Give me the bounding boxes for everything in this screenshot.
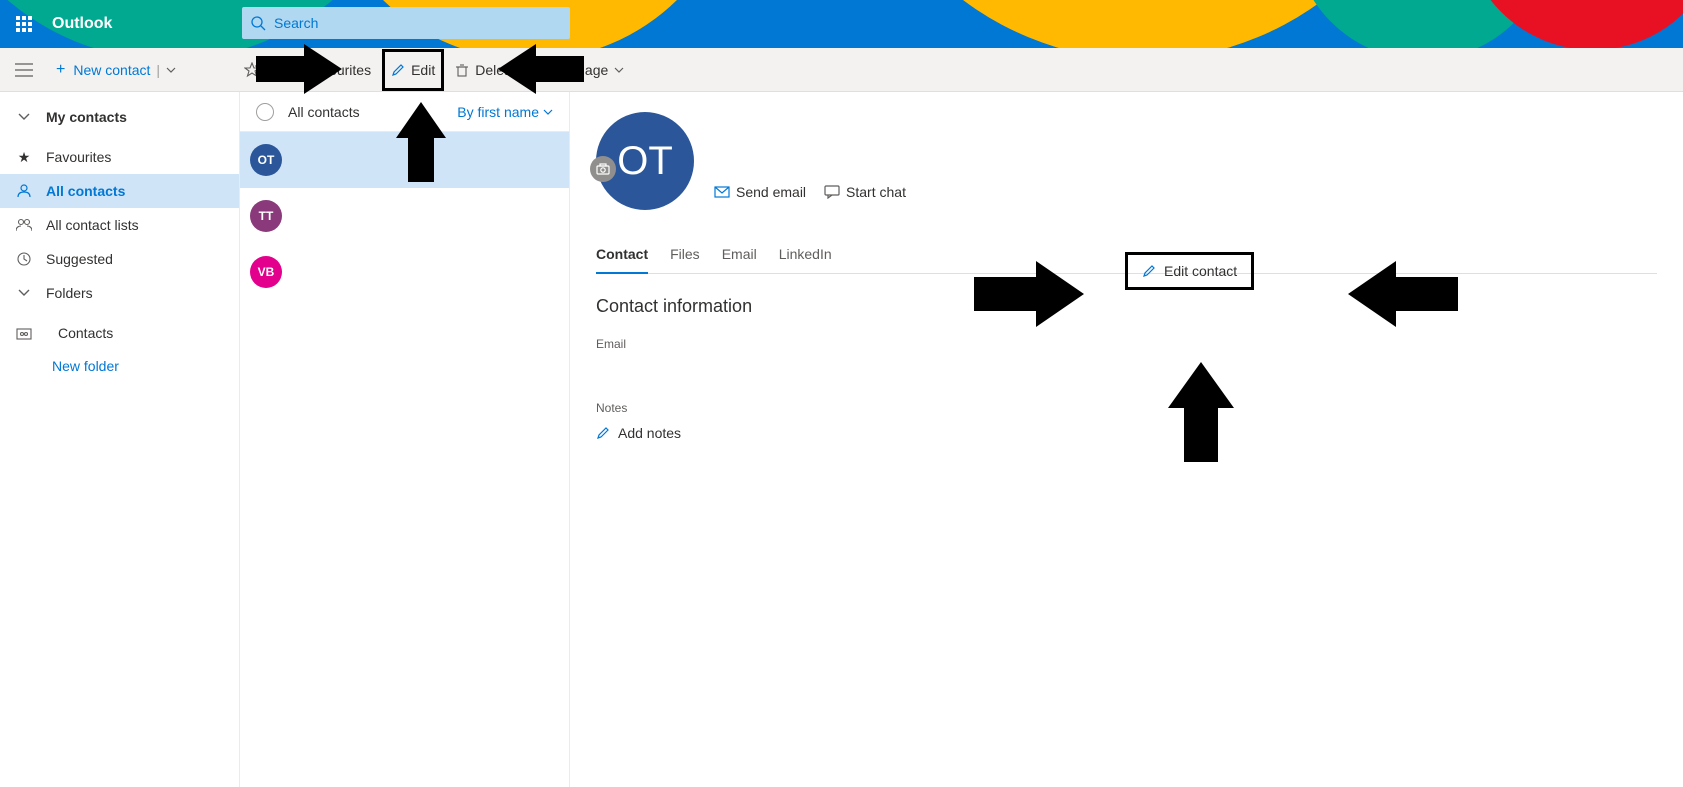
edit-label: Edit xyxy=(411,62,435,78)
delete-button[interactable]: Delete xyxy=(445,48,525,92)
start-chat-button[interactable]: Start chat xyxy=(824,184,906,200)
pencil-icon xyxy=(1142,264,1156,278)
pencil-icon xyxy=(391,63,405,77)
contact-row[interactable]: TT xyxy=(240,188,569,244)
chevron-down-icon xyxy=(614,67,624,73)
nav-contacts-folder-label: Contacts xyxy=(58,325,113,341)
select-all-checkbox[interactable] xyxy=(256,103,274,121)
contact-info-title: Contact information xyxy=(596,296,1657,317)
contact-list: All contacts By first name OT TT VB xyxy=(240,92,570,787)
new-contact-label: New contact xyxy=(73,62,150,78)
sort-button[interactable]: By first name xyxy=(457,104,553,120)
nav-favourites[interactable]: ★ Favourites xyxy=(0,140,239,174)
hamburger-button[interactable] xyxy=(0,63,48,77)
tab-files[interactable]: Files xyxy=(670,236,700,273)
nav-my-contacts[interactable]: My contacts xyxy=(0,100,239,134)
tab-email[interactable]: Email xyxy=(722,236,757,273)
nav-contacts-folder[interactable]: Contacts xyxy=(0,316,239,350)
contact-row[interactable]: VB xyxy=(240,244,569,300)
start-chat-label: Start chat xyxy=(846,184,906,200)
main-content: My contacts ★ Favourites All contacts Al… xyxy=(0,92,1683,787)
camera-badge[interactable] xyxy=(590,156,616,182)
add-to-favourites-button[interactable]: Add to favourites xyxy=(234,48,381,92)
chevron-down-icon xyxy=(166,67,176,73)
contact-avatar: VB xyxy=(250,256,282,288)
contact-avatar: TT xyxy=(250,200,282,232)
chevron-down-icon xyxy=(543,109,553,115)
app-launcher-button[interactable] xyxy=(0,0,48,48)
command-bar: + New contact | Add to favourites Edit D… xyxy=(0,48,1683,92)
trash-icon xyxy=(455,63,469,77)
person-icon xyxy=(16,184,32,198)
delete-label: Delete xyxy=(475,62,515,78)
profile-header: OT Send email Start chat xyxy=(596,112,1657,210)
profile-avatar[interactable]: OT xyxy=(596,112,694,210)
clock-icon xyxy=(16,252,32,266)
edit-contact-label: Edit contact xyxy=(1164,263,1237,279)
tab-linkedin[interactable]: LinkedIn xyxy=(779,236,832,273)
add-to-favourites-label: Add to favourites xyxy=(266,62,371,78)
nav-all-contacts-label: All contacts xyxy=(46,183,125,199)
folder-people-icon xyxy=(16,326,32,340)
contact-list-title: All contacts xyxy=(288,104,457,120)
manage-label: Manage xyxy=(558,62,609,78)
nav-all-contact-lists-label: All contact lists xyxy=(46,217,139,233)
app-header: Outlook xyxy=(0,0,1683,48)
chevron-down-icon xyxy=(16,289,32,297)
contact-avatar: OT xyxy=(250,144,282,176)
chat-icon xyxy=(824,185,840,199)
nav-suggested[interactable]: Suggested xyxy=(0,242,239,276)
edit-button[interactable]: Edit xyxy=(381,48,445,92)
add-notes-button[interactable]: Add notes xyxy=(596,425,1657,441)
contact-list-header: All contacts By first name xyxy=(240,92,569,132)
sort-label: By first name xyxy=(457,104,539,120)
person-gear-icon xyxy=(536,63,552,77)
send-email-button[interactable]: Send email xyxy=(714,184,806,200)
nav-favourites-label: Favourites xyxy=(46,149,111,165)
plus-icon: + xyxy=(56,61,65,79)
people-icon xyxy=(16,218,32,232)
search-box[interactable] xyxy=(242,7,570,39)
chevron-down-icon xyxy=(16,113,32,121)
profile-initials: OT xyxy=(617,139,673,184)
email-label: Email xyxy=(596,337,1657,351)
nav-folders-label: Folders xyxy=(46,285,93,301)
pencil-icon xyxy=(596,426,610,440)
manage-button[interactable]: Manage xyxy=(526,48,635,92)
nav-all-contact-lists[interactable]: All contact lists xyxy=(0,208,239,242)
search-input[interactable] xyxy=(274,15,570,31)
send-email-label: Send email xyxy=(736,184,806,200)
app-name[interactable]: Outlook xyxy=(48,15,112,33)
nav-folders[interactable]: Folders xyxy=(0,276,239,310)
camera-icon xyxy=(596,163,610,175)
new-contact-button[interactable]: + New contact | xyxy=(48,61,184,79)
mail-icon xyxy=(714,186,730,198)
nav-all-contacts[interactable]: All contacts xyxy=(0,174,239,208)
tab-contact[interactable]: Contact xyxy=(596,236,648,274)
notes-label: Notes xyxy=(596,401,1657,415)
star-icon: ★ xyxy=(16,149,32,166)
left-nav: My contacts ★ Favourites All contacts Al… xyxy=(0,92,240,787)
edit-contact-button[interactable]: Edit contact xyxy=(1125,252,1254,290)
nav-my-contacts-label: My contacts xyxy=(46,109,127,125)
star-plus-icon xyxy=(244,62,260,78)
add-notes-label: Add notes xyxy=(618,425,681,441)
new-folder-link[interactable]: New folder xyxy=(0,350,239,382)
contact-row[interactable]: OT xyxy=(240,132,569,188)
contact-detail: OT Send email Start chat Contact Files E… xyxy=(570,92,1683,787)
waffle-icon xyxy=(16,16,32,32)
search-icon xyxy=(242,15,274,31)
nav-suggested-label: Suggested xyxy=(46,251,113,267)
